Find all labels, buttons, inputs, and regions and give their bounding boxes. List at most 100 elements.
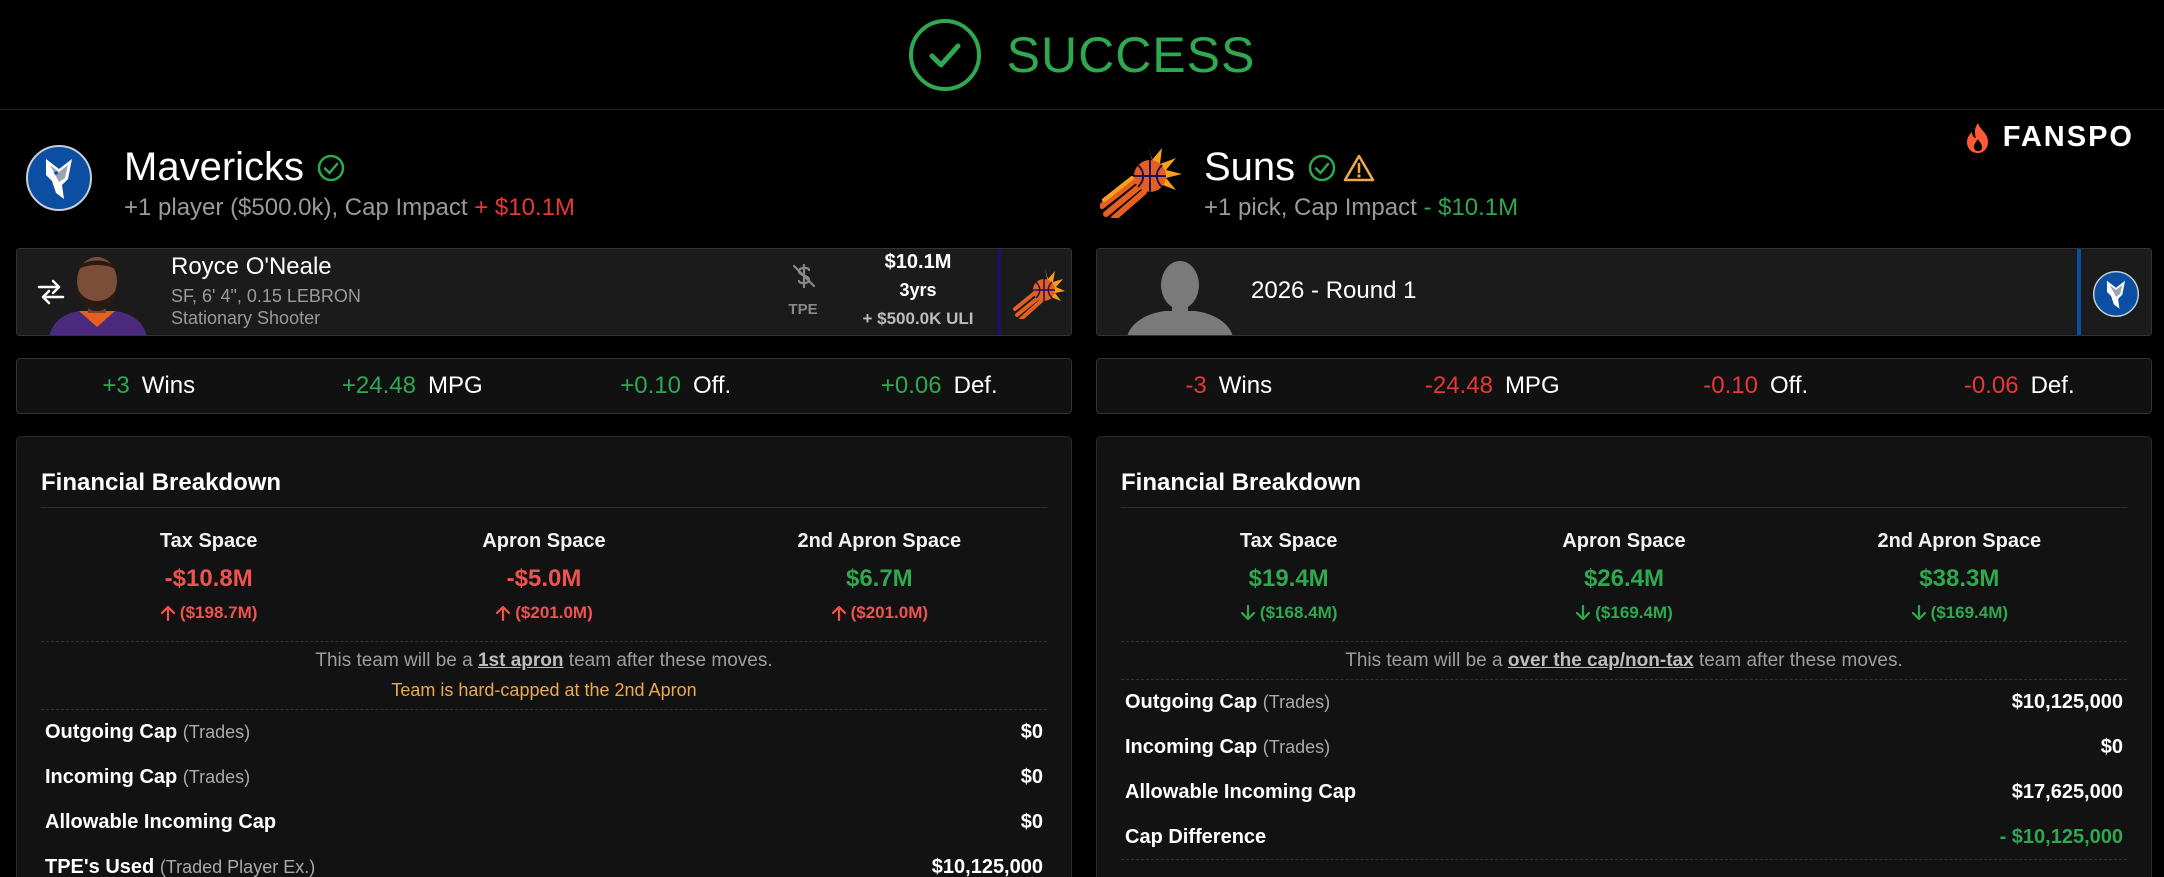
outgoing-cap-row: Outgoing Cap (Trades) $0 (41, 710, 1047, 755)
row-qualifier: (Trades) (1262, 692, 1331, 712)
threshold-value: ($169.4M) (1930, 603, 2009, 622)
apron-space: Apron Space $26.4M ($169.4M) (1456, 530, 1791, 641)
incoming-cap-row: Incoming Cap (Trades) $0 (1121, 725, 2127, 770)
pick-label: 2026 - Round 1 (1251, 277, 1417, 304)
space-value: -$5.0M (506, 565, 582, 592)
outgoing-cap-row: Outgoing Cap (Trades) $10,125,000 (1121, 680, 2127, 725)
note-suffix: team after these moves. (1698, 650, 1903, 671)
team-status-note: This team will be a over the cap/non-tax… (1121, 642, 2127, 680)
row-label-text: Outgoing Cap (45, 721, 178, 743)
incoming-cap-row: Incoming Cap (Trades) $0 (41, 755, 1047, 800)
contract-years: 3yrs (899, 280, 937, 300)
stat-label: Wins (141, 372, 196, 399)
stat-def: +0.06 Def. (808, 372, 1072, 400)
stat-label: Off. (1769, 372, 1809, 399)
stats-bar: -3 Wins -24.48 MPG -0.10 Off. -0.06 Def. (1096, 358, 2152, 414)
player-silhouette-icon (1125, 255, 1235, 335)
stats-bar: +3 Wins +24.48 MPG +0.10 Off. +0.06 Def. (16, 358, 1072, 414)
player-role: Stationary Shooter (171, 308, 321, 328)
row-label-text: Incoming Cap (45, 766, 178, 788)
financial-breakdown: Financial Breakdown Tax Space -$10.8M ($… (16, 436, 1072, 877)
space-threshold: ($168.4M) (1121, 603, 1456, 623)
row-label: Incoming Cap (Trades) (1125, 736, 1330, 759)
row-value: $0 (1020, 811, 1043, 833)
row-label: Incoming Cap (Trades) (45, 766, 250, 789)
stat-value: -3 (1185, 372, 1207, 399)
row-qualifier: (Trades) (182, 722, 251, 742)
team-header: Mavericks +1 player ($500.0k), Cap Impac… (16, 110, 1072, 248)
second-apron-space: 2nd Apron Space $6.7M ($201.0M) (712, 530, 1047, 641)
cap-impact-value: + $10.1M (474, 194, 575, 221)
space-value: $19.4M (1248, 565, 1329, 592)
stat-value: +0.06 (880, 372, 942, 399)
space-label: Apron Space (1562, 530, 1686, 552)
result-status: SUCCESS (1006, 26, 1256, 83)
warning-icon (1343, 154, 1375, 181)
space-value: $6.7M (845, 565, 913, 592)
threshold-value: ($168.4M) (1259, 603, 1338, 622)
stat-label: MPG (1504, 372, 1560, 399)
space-threshold: ($169.4M) (1456, 603, 1791, 623)
stat-label: Def. (953, 372, 998, 399)
status-sentence: This team will be a 1st apron team after… (41, 642, 1047, 672)
tax-space: Tax Space $19.4M ($168.4M) (1121, 530, 1456, 641)
row-label-text: Outgoing Cap (1125, 691, 1258, 713)
summary-text: +1 player ($500.0k), Cap Impact (124, 194, 468, 221)
cap-impact-value: - $10.1M (1423, 194, 1519, 221)
apron-space: Apron Space -$5.0M ($201.0M) (376, 530, 711, 641)
stat-value: -24.48 (1424, 372, 1493, 399)
note-suffix: team after these moves. (568, 650, 773, 671)
space-value: $38.3M (1919, 565, 2000, 592)
allowable-incoming-row: Allowable Incoming Cap $0 (41, 800, 1047, 845)
stat-mpg: +24.48 MPG (281, 372, 545, 400)
status-link[interactable]: over the cap/non-tax (1508, 650, 1694, 671)
check-circle-icon (1308, 154, 1336, 181)
status-link[interactable]: 1st apron (478, 650, 564, 671)
mavericks-logo-icon (26, 145, 92, 211)
player-name: Royce O'Neale (171, 253, 332, 280)
threshold-value: ($201.0M) (515, 603, 593, 622)
check-circle-icon (317, 154, 345, 181)
arrow-up-icon (496, 605, 511, 622)
stat-mpg: -24.48 MPG (1361, 372, 1625, 400)
space-label: 2nd Apron Space (1877, 530, 2042, 552)
space-threshold: ($201.0M) (376, 603, 711, 623)
row-label-text: Allowable Incoming Cap (45, 811, 277, 833)
tax-space: Tax Space -$10.8M ($198.7M) (41, 530, 376, 641)
player-card[interactable]: Royce O'Neale SF, 6' 4", 0.15 LEBRON Sta… (16, 248, 1072, 336)
suns-logo-icon (1099, 142, 1184, 221)
space-value: $26.4M (1583, 565, 1665, 592)
tpe-icon (789, 261, 819, 291)
second-apron-space: 2nd Apron Space $38.3M ($169.4M) (1792, 530, 2127, 641)
result-banner: SUCCESS (0, 0, 2164, 110)
stat-label: Def. (2030, 372, 2075, 399)
stat-value: +0.10 (620, 372, 681, 399)
tpe-used-row: TPE's Used (Traded Player Ex.) $10,125,0… (41, 845, 1047, 877)
stat-wins: -3 Wins (1097, 372, 1361, 400)
space-grid: Tax Space -$10.8M ($198.7M) Apron Space … (41, 508, 1047, 642)
player-details: SF, 6' 4", 0.15 LEBRON (171, 286, 361, 306)
team-divider (997, 249, 1001, 335)
row-qualifier: (Trades) (182, 767, 251, 787)
row-value: $10,125,000 (2011, 691, 2123, 713)
team-name-text: Mavericks (124, 145, 305, 189)
team-summary: +1 player ($500.0k), Cap Impact + $10.1M (124, 194, 575, 222)
row-value: $0 (2100, 736, 2123, 758)
row-value: $0 (1020, 766, 1043, 788)
stat-off: -0.10 Off. (1624, 372, 1888, 400)
row-label: Outgoing Cap (Trades) (45, 721, 250, 744)
team-status-note: This team will be a 1st apron team after… (41, 642, 1047, 710)
team-name: Mavericks (124, 145, 346, 190)
team-panel-suns: Suns +1 pick, Cap Impact - $10.1M 2026 -… (1096, 110, 2152, 877)
row-value: $17,625,000 (2011, 781, 2123, 803)
stat-def: -0.06 Def. (1888, 372, 2152, 400)
pick-card[interactable]: 2026 - Round 1 (1096, 248, 2152, 336)
contract-salary: $10.1M (884, 251, 952, 273)
section-title: Financial Breakdown (41, 437, 1047, 508)
hard-cap-warning: Team is hard-capped at the 2nd Apron (391, 680, 697, 700)
team-panel-mavericks: Mavericks +1 player ($500.0k), Cap Impac… (16, 110, 1072, 877)
row-label-text: TPE's Used (45, 856, 155, 877)
arrow-down-icon (1911, 604, 1926, 621)
row-label-text: Allowable Incoming Cap (1125, 781, 1357, 803)
stat-label: MPG (427, 372, 483, 399)
